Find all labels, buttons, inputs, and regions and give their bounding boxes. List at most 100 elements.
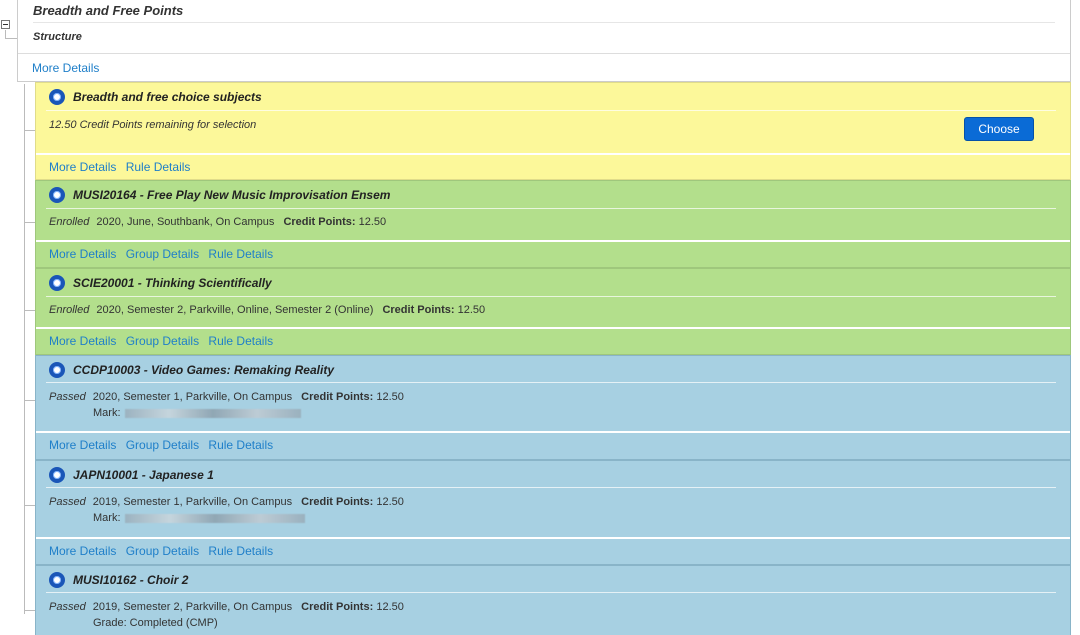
- divider: [46, 382, 1056, 383]
- tree-line: [25, 222, 35, 223]
- subject-panel: JAPN10001 - Japanese 1 Passed 2019, Seme…: [35, 460, 1071, 565]
- subject-title: MUSI10162 - Choir 2: [73, 573, 189, 587]
- tree-line: [25, 310, 35, 311]
- divider: [36, 153, 1070, 155]
- mark-label: Mark:: [93, 407, 121, 419]
- status-ring-icon: [49, 467, 65, 483]
- panel-links: More Details Group Details Rule Details: [49, 247, 279, 261]
- credit-points-remaining: 12.50 Credit Points remaining for select…: [49, 119, 257, 131]
- subject-title: SCIE20001 - Thinking Scientifically: [73, 276, 272, 290]
- rule-details-link[interactable]: Rule Details: [208, 334, 273, 348]
- collapse-toggle-icon[interactable]: [1, 20, 10, 29]
- more-details-link[interactable]: More Details: [32, 61, 99, 75]
- credit-points-value: 12.50: [457, 304, 486, 316]
- subject-title: MUSI20164 - Free Play New Music Improvis…: [73, 188, 391, 202]
- offering-info: 2019, Semester 1, Parkville, On Campus: [92, 496, 293, 508]
- divider: [36, 240, 1070, 242]
- status-ring-icon: [49, 187, 65, 203]
- status-ring-icon: [49, 362, 65, 378]
- credit-points-value: 12.50: [376, 601, 404, 613]
- redacted-mark: [124, 513, 305, 523]
- divider: [18, 53, 1070, 54]
- group-details-link[interactable]: Group Details: [126, 438, 199, 452]
- enrolment-status: Enrolled: [49, 216, 90, 228]
- divider: [36, 431, 1070, 433]
- divider: [36, 327, 1070, 329]
- result-status: Passed: [49, 391, 86, 403]
- grade-row: Grade: Completed (CMP): [93, 617, 218, 629]
- tree-line: [25, 400, 35, 401]
- subject-panel: MUSI20164 - Free Play New Music Improvis…: [35, 180, 1071, 268]
- credit-points-value: 12.50: [376, 496, 404, 508]
- subject-panel: MUSI10162 - Choir 2 Passed 2019, Semeste…: [35, 565, 1071, 635]
- group-details-link[interactable]: Group Details: [126, 544, 199, 558]
- status-ring-icon: [49, 572, 65, 588]
- divider: [46, 592, 1056, 593]
- more-details-link[interactable]: More Details: [49, 247, 116, 261]
- credit-points-label: Credit Points:: [382, 304, 455, 316]
- mark-label: Mark:: [93, 512, 121, 524]
- offering-info: 2020, Semester 2, Parkville, Online, Sem…: [96, 304, 374, 316]
- panel-header: JAPN10001 - Japanese 1: [49, 467, 214, 483]
- credit-points-label: Credit Points:: [301, 496, 374, 508]
- panel-header: CCDP10003 - Video Games: Remaking Realit…: [49, 362, 334, 378]
- structure-title: Breadth and Free Points: [33, 3, 184, 18]
- subject-details: Enrolled 2020, June, Southbank, On Campu…: [49, 216, 386, 228]
- credit-points-label: Credit Points:: [301, 391, 374, 403]
- divider: [46, 110, 1056, 111]
- divider: [46, 208, 1056, 209]
- mark-row: Mark:: [93, 512, 305, 524]
- divider: [46, 296, 1056, 297]
- subject-panel: CCDP10003 - Video Games: Remaking Realit…: [35, 355, 1071, 460]
- enrolment-status: Enrolled: [49, 304, 90, 316]
- panel-links: More Details Rule Details: [49, 160, 196, 174]
- more-details-link[interactable]: More Details: [49, 544, 116, 558]
- structure-label: Structure: [33, 31, 82, 43]
- rule-details-link[interactable]: Rule Details: [208, 247, 273, 261]
- mark-row: Mark:: [93, 407, 301, 419]
- structure-block: Breadth and Free Points Structure More D…: [17, 0, 1071, 82]
- more-details-link[interactable]: More Details: [49, 160, 116, 174]
- selection-rule-panel: Breadth and free choice subjects 12.50 C…: [35, 82, 1071, 180]
- offering-info: 2020, Semester 1, Parkville, On Campus: [92, 391, 293, 403]
- credit-points-value: 12.50: [376, 391, 404, 403]
- rule-details-link[interactable]: Rule Details: [208, 438, 273, 452]
- more-details-link[interactable]: More Details: [49, 334, 116, 348]
- tree-line: [25, 610, 35, 611]
- panel-links: More Details Group Details Rule Details: [49, 438, 279, 452]
- result-status: Passed: [49, 601, 86, 613]
- panel-links: More Details Group Details Rule Details: [49, 544, 279, 558]
- credit-points-label: Credit Points:: [301, 601, 374, 613]
- group-details-link[interactable]: Group Details: [126, 334, 199, 348]
- panel-header: MUSI20164 - Free Play New Music Improvis…: [49, 187, 390, 203]
- group-details-link[interactable]: Group Details: [126, 247, 199, 261]
- subject-details: Passed 2020, Semester 1, Parkville, On C…: [49, 391, 404, 403]
- rule-details-link[interactable]: Rule Details: [208, 544, 273, 558]
- divider: [36, 537, 1070, 539]
- panel-links: More Details Group Details Rule Details: [49, 334, 279, 348]
- tree-line: [5, 38, 17, 39]
- more-details-link[interactable]: More Details: [49, 438, 116, 452]
- choose-button[interactable]: Choose: [964, 117, 1034, 141]
- grade-text: Grade: Completed (CMP): [93, 617, 218, 629]
- offering-info: 2020, June, Southbank, On Campus: [96, 216, 275, 228]
- result-status: Passed: [49, 496, 86, 508]
- panel-header: MUSI10162 - Choir 2: [49, 572, 188, 588]
- subject-panel: SCIE20001 - Thinking Scientifically Enro…: [35, 268, 1071, 355]
- tree-line: [5, 30, 6, 38]
- divider: [46, 487, 1056, 488]
- subject-title: JAPN10001 - Japanese 1: [73, 468, 214, 482]
- divider: [33, 22, 1055, 23]
- status-ring-icon: [49, 275, 65, 291]
- subject-details: Enrolled 2020, Semester 2, Parkville, On…: [49, 304, 485, 316]
- tree-line: [25, 505, 35, 506]
- tree-line: [24, 84, 25, 614]
- panel-header: SCIE20001 - Thinking Scientifically: [49, 275, 272, 291]
- credit-points-value: 12.50: [358, 216, 387, 228]
- rule-details-link[interactable]: Rule Details: [126, 160, 191, 174]
- subject-details: Passed 2019, Semester 1, Parkville, On C…: [49, 496, 404, 508]
- subject-title: CCDP10003 - Video Games: Remaking Realit…: [73, 363, 334, 377]
- subject-details: Passed 2019, Semester 2, Parkville, On C…: [49, 601, 404, 613]
- redacted-mark: [124, 408, 301, 418]
- panel-title: Breadth and free choice subjects: [73, 90, 262, 104]
